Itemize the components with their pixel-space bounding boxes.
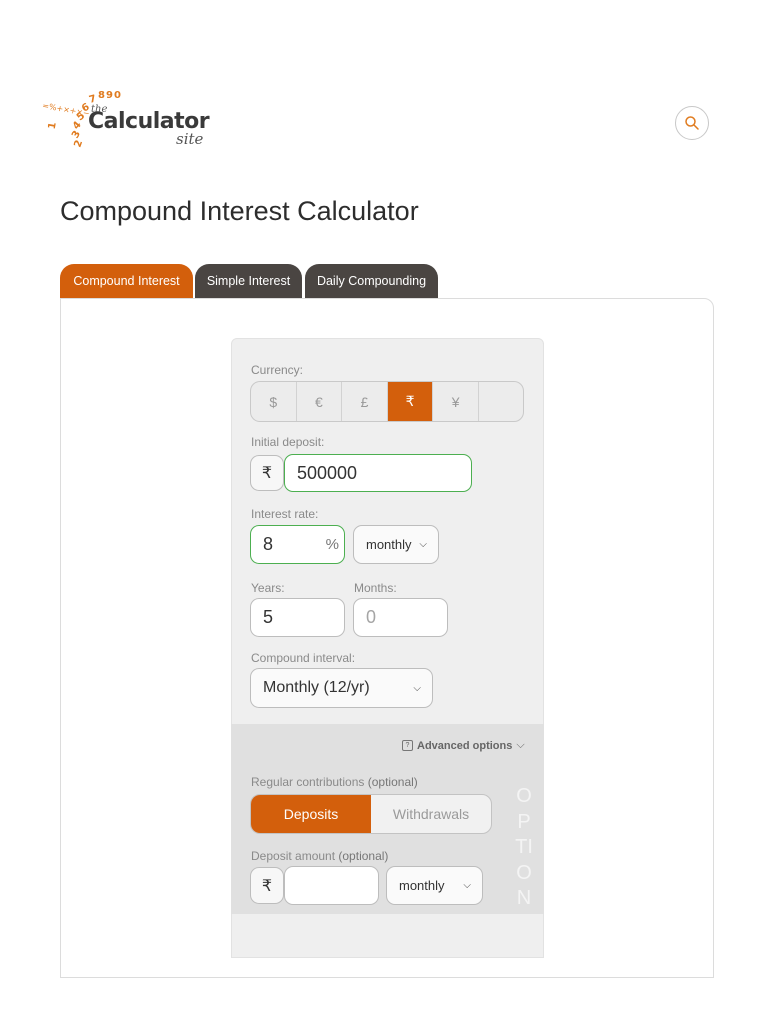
months-input[interactable]: 0 — [353, 598, 448, 637]
initial-deposit-label: Initial deposit: — [251, 435, 325, 449]
svg-text:1: 1 — [47, 121, 59, 130]
initial-deposit-input[interactable]: 500000 — [284, 454, 472, 492]
logo-site: site — [176, 130, 204, 148]
interest-rate-period-select[interactable]: monthly ⌵ — [353, 525, 439, 564]
initial-deposit-currency-prefix: ₹ — [250, 455, 284, 491]
deposit-frequency-value: monthly — [399, 878, 445, 893]
chevron-down-icon: ⌵ — [516, 739, 525, 751]
compound-interval-label: Compound interval: — [251, 651, 356, 665]
options-watermark: OPTION — [515, 785, 533, 910]
tab-compound-interest[interactable]: Compound Interest — [60, 264, 193, 298]
help-icon: ? — [402, 740, 413, 751]
currency-option-pound[interactable]: £ — [342, 382, 388, 421]
svg-text:8: 8 — [98, 90, 105, 101]
currency-selector: $ € £ ₹ ¥ — [250, 381, 524, 422]
currency-label: Currency: — [251, 363, 304, 377]
chevron-down-icon: ⌵ — [413, 682, 421, 694]
deposit-amount-input[interactable] — [284, 866, 379, 905]
tab-simple-interest[interactable]: Simple Interest — [195, 264, 302, 298]
search-icon — [685, 116, 699, 130]
interest-rate-input[interactable]: 8 % — [250, 525, 345, 564]
deposit-frequency-select[interactable]: monthly ⌵ — [386, 866, 483, 905]
logo-digits-arc: 1 2 3 4 5 6 7 8 9 0 =%+×+×− — [42, 90, 121, 149]
chevron-down-icon: ⌵ — [419, 539, 427, 550]
compound-interval-select[interactable]: Monthly (12/yr) ⌵ — [250, 668, 433, 708]
deposits-option[interactable]: Deposits — [251, 795, 371, 833]
years-input[interactable]: 5 — [250, 598, 345, 637]
deposit-amount-currency-prefix: ₹ — [250, 867, 284, 904]
compound-interval-value: Monthly (12/yr) — [263, 679, 370, 696]
currency-option-other[interactable] — [479, 382, 523, 421]
regular-contributions-label: Regular contributions (optional) — [251, 775, 418, 789]
currency-option-euro[interactable]: € — [297, 382, 343, 421]
svg-text:0: 0 — [114, 90, 121, 101]
contribution-type-toggle: Deposits Withdrawals — [250, 794, 492, 834]
interest-rate-value: 8 — [263, 534, 274, 554]
interest-rate-period-value: monthly — [366, 537, 412, 552]
years-label: Years: — [251, 581, 285, 595]
search-button[interactable] — [675, 106, 709, 140]
currency-option-rupee[interactable]: ₹ — [387, 382, 434, 421]
advanced-options-toggle[interactable]: ? Advanced options ⌵ — [402, 739, 525, 752]
percent-suffix: % — [325, 536, 339, 553]
advanced-options-label: Advanced options — [417, 739, 513, 752]
months-label: Months: — [354, 581, 397, 595]
withdrawals-option[interactable]: Withdrawals — [371, 795, 491, 833]
deposit-amount-label: Deposit amount (optional) — [251, 849, 389, 863]
tab-daily-compounding[interactable]: Daily Compounding — [305, 264, 438, 298]
chevron-down-icon: ⌵ — [463, 880, 471, 891]
currency-option-yen[interactable]: ¥ — [433, 382, 479, 421]
page-title: Compound Interest Calculator — [60, 196, 419, 226]
svg-text:9: 9 — [106, 90, 113, 101]
currency-option-dollar[interactable]: $ — [251, 382, 297, 421]
interest-rate-label: Interest rate: — [251, 507, 319, 521]
